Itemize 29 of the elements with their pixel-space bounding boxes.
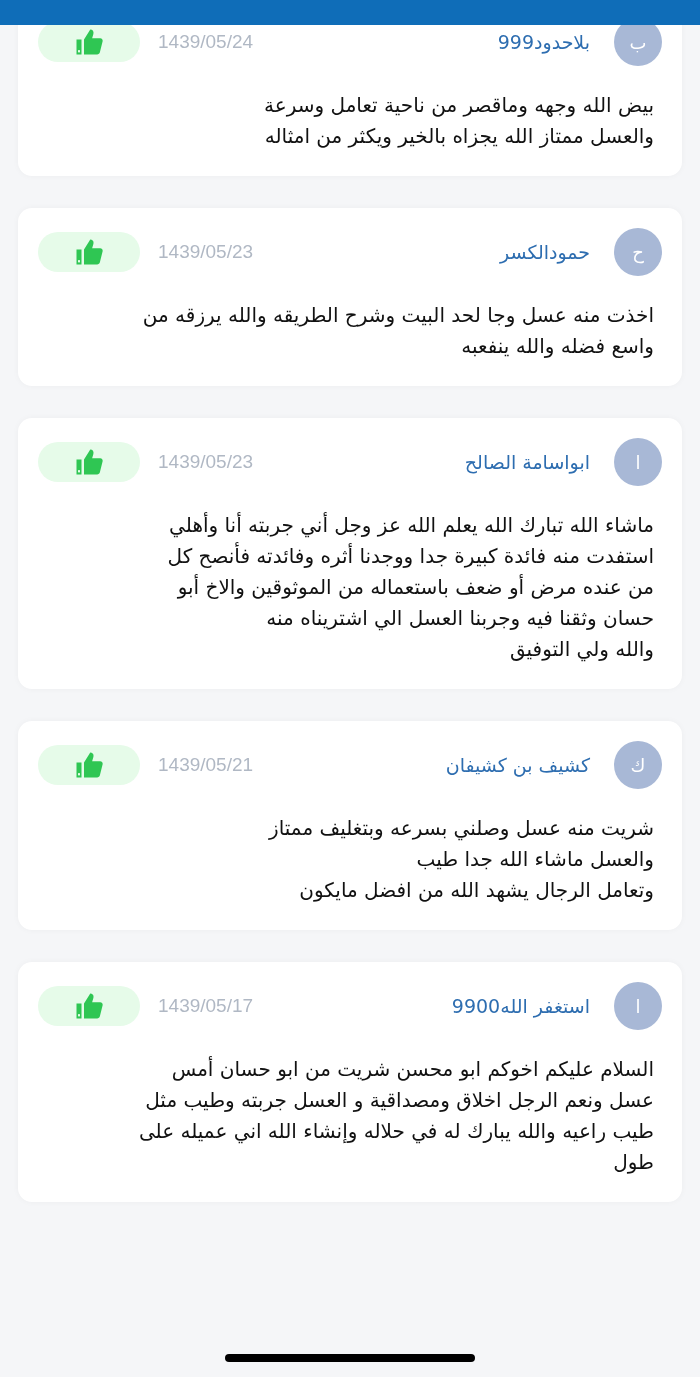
review-date: 1439/05/21 bbox=[158, 754, 254, 776]
review-text: شريت منه عسل وصلني بسرعه وبتغليف ممتاز والعسل ماشاء الله جدا طيب وتعامل الرجال يشهد الله من افضل مايكون bbox=[267, 815, 654, 904]
reviewer-name[interactable]: ابواسامة الصالح bbox=[464, 451, 590, 473]
like-button[interactable] bbox=[38, 986, 140, 1026]
review-text: بيض الله وجهه وماقصر من ناحية تعامل وسرعة والعسل ممتاز الله يجزاه بالخير ويكثر من امثاله bbox=[263, 92, 654, 150]
reviewer-name[interactable]: حمودالكسر bbox=[500, 241, 590, 263]
like-button[interactable] bbox=[38, 442, 140, 482]
reviewer-name[interactable]: كشيف بن كشيفان bbox=[445, 754, 590, 776]
review-text: اخذت منه عسل وجا لحد البيت وشرح الطريقه والله يرزقه من واسع فضله والله ينفعبه bbox=[141, 302, 654, 360]
avatar: ا bbox=[614, 438, 662, 486]
like-button[interactable] bbox=[38, 745, 140, 785]
like-button[interactable] bbox=[38, 22, 140, 62]
review-date: 1439/05/23 bbox=[158, 451, 254, 473]
reviewer-name[interactable]: بلاحدود999 bbox=[497, 31, 590, 53]
reviewer-name[interactable]: استغفر الله9900 bbox=[451, 995, 590, 1017]
avatar: ا bbox=[614, 982, 662, 1030]
review-text: السلام عليكم اخوكم ابو محسن شريت من ابو حسان أمس عسل ونعم الرجل اخلاق ومصداقية و العسل جربته وطيب مثل طيب راعيه والله يبارك له في حلاله وإنشاء الله اني عميله على طول bbox=[137, 1055, 654, 1176]
review-text: ماشاء الله تبارك الله يعلم الله عز وجل أني جربته أنا وأهلي استفدت منه فائدة كبيرة جدا ووجدنا أثره وفائدته فأنصح كل من عنده مرض أو ضعف باستعماله من الموثوقين والاخ أبو حسان وثقنا فيه وجربنا العسل الي اشتريناه منه والله ولي التوفيق bbox=[166, 511, 654, 664]
avatar: ح bbox=[614, 228, 662, 276]
thumbs-up-icon bbox=[74, 447, 104, 477]
avatar: ك bbox=[614, 741, 662, 789]
review-date: 1439/05/17 bbox=[158, 995, 254, 1017]
review-date: 1439/05/23 bbox=[158, 241, 254, 263]
thumbs-up-icon bbox=[74, 27, 104, 57]
thumbs-up-icon bbox=[74, 237, 104, 267]
thumbs-up-icon bbox=[74, 991, 104, 1021]
thumbs-up-icon bbox=[74, 750, 104, 780]
review-date: 1439/05/24 bbox=[158, 31, 254, 53]
like-button[interactable] bbox=[38, 232, 140, 272]
